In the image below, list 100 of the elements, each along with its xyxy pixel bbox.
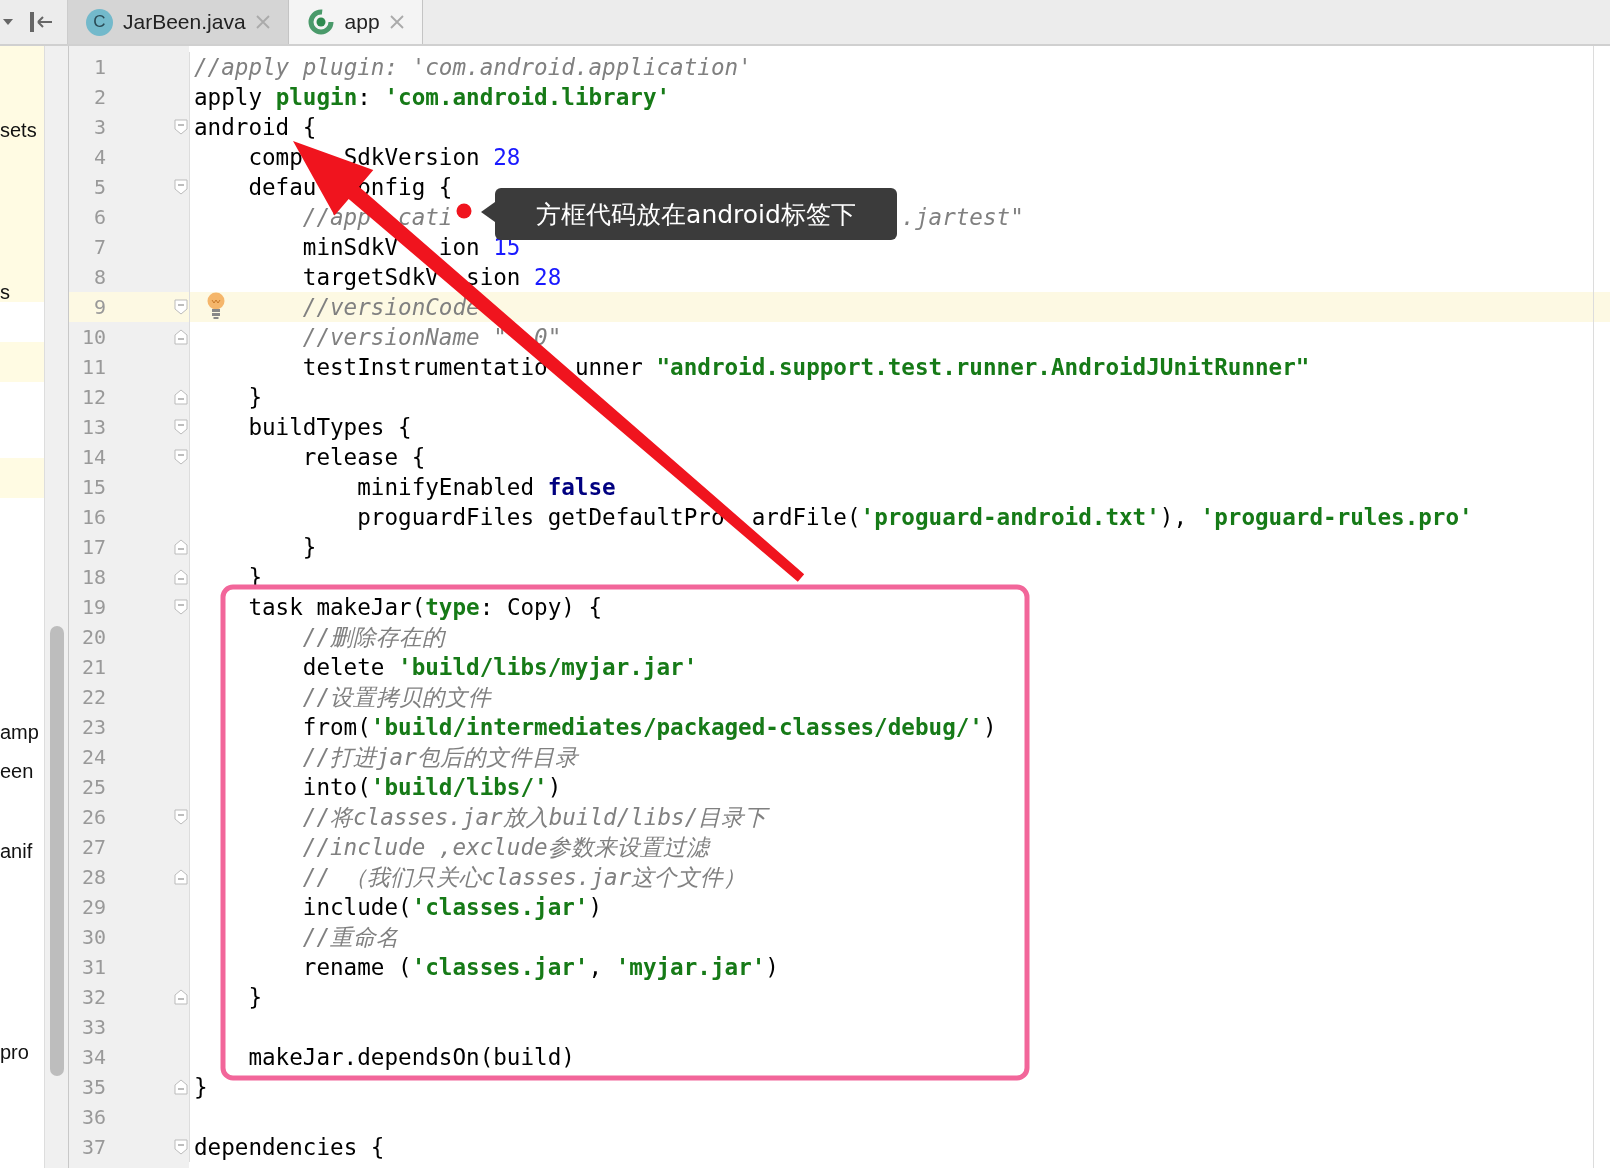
tree-item[interactable]: sets — [0, 115, 37, 145]
fold-icon[interactable] — [174, 539, 188, 555]
fold-icon[interactable] — [174, 329, 188, 345]
code-line: //将classes.jar放入build/libs/目录下 — [302, 803, 768, 832]
code-line: //设置拷贝的文件 — [302, 683, 492, 712]
line-number: 17 — [80, 535, 106, 559]
code-line: //app — [302, 203, 371, 232]
editor-tab[interactable]: app — [288, 0, 423, 44]
line-number: 26 — [80, 805, 106, 829]
code-line: } — [248, 983, 262, 1012]
fold-icon[interactable] — [174, 809, 188, 825]
line-number: 23 — [80, 715, 106, 739]
line-number: 28 — [80, 865, 106, 889]
line-number: 1 — [92, 55, 106, 79]
code-line: targetSdkV — [302, 263, 439, 292]
code-line: .jartest" — [901, 203, 1024, 232]
code-line: cati — [398, 203, 453, 232]
line-number: 31 — [80, 955, 106, 979]
fold-icon[interactable] — [174, 989, 188, 1005]
line-number: 37 — [80, 1135, 106, 1159]
code-line: from('build/intermediates/packaged-classes/debug/') — [302, 713, 997, 742]
fold-icon[interactable] — [174, 299, 188, 315]
line-number: 22 — [80, 685, 106, 709]
tree-item[interactable]: pro — [0, 1037, 29, 1067]
line-number: 11 — [80, 355, 106, 379]
code-line: ardFile('proguard-android.txt'), 'proguard-rules.pro' — [751, 503, 1473, 532]
line-number: 24 — [80, 745, 106, 769]
fold-icon[interactable] — [174, 119, 188, 135]
fold-icon[interactable] — [174, 569, 188, 585]
close-icon[interactable] — [389, 15, 404, 29]
code-line: release { — [302, 443, 426, 472]
line-number: 12 — [80, 385, 106, 409]
code-line: testInstrumentatio — [302, 353, 548, 382]
lightbulb-icon[interactable] — [206, 292, 226, 320]
line-number: 4 — [92, 145, 106, 169]
line-number: 29 — [80, 895, 106, 919]
marker-dot — [456, 203, 472, 219]
line-number: 34 — [80, 1045, 106, 1069]
line-number: 7 — [92, 235, 106, 259]
code-line: } — [194, 1073, 208, 1102]
line-number: 36 — [80, 1105, 106, 1129]
ring-icon — [306, 8, 335, 36]
code-line: //apply plugin: 'com.android.application' — [194, 53, 752, 82]
code-line: } — [302, 533, 317, 562]
code-line: android { — [194, 113, 317, 142]
code-line: proguardFiles getDefaultPro — [357, 503, 725, 532]
line-number: 27 — [80, 835, 106, 859]
line-number: 14 — [80, 445, 106, 469]
code-line: comp — [248, 143, 303, 172]
code-line: //删除存在的 — [302, 623, 446, 652]
line-number: 8 — [92, 265, 106, 289]
fold-icon[interactable] — [174, 449, 188, 465]
close-icon[interactable] — [255, 15, 270, 29]
code-line: minSdkV — [302, 233, 399, 262]
code-line: //打进jar包后的文件目录 — [302, 743, 578, 772]
code-line: sion 28 — [466, 263, 562, 292]
scrollbar-thumb[interactable] — [49, 626, 64, 1076]
code-line: //include ,exclude参数来设置过滤 — [302, 833, 709, 862]
code-line: buildTypes { — [248, 413, 412, 442]
code-line: unner "android.support.test.runner.AndroidJUnitRunner" — [574, 353, 1310, 382]
dropdown-icon[interactable] — [3, 19, 13, 25]
code-line: delete 'build/libs/myjar.jar' — [302, 653, 698, 682]
fold-icon[interactable] — [174, 1079, 188, 1095]
fold-icon[interactable] — [174, 599, 188, 615]
line-number: 32 — [80, 985, 106, 1009]
code-line: SdkVersion 28 — [343, 143, 521, 172]
line-number: 2 — [92, 85, 106, 109]
line-number: 16 — [80, 505, 106, 529]
fold-icon[interactable] — [174, 389, 188, 405]
tree-item[interactable]: een — [0, 756, 34, 786]
code-line: //versionCode — [302, 293, 480, 322]
line-number: 6 — [92, 205, 106, 229]
code-line: defau — [248, 173, 317, 202]
line-number: 35 — [80, 1075, 106, 1099]
tree-item[interactable]: amp — [0, 717, 39, 747]
line-number: 18 — [80, 565, 106, 589]
line-number: 20 — [80, 625, 106, 649]
editor-tab[interactable]: C JarBeen.java — [68, 0, 289, 44]
fold-icon[interactable] — [174, 179, 188, 195]
collapse-icon[interactable] — [29, 11, 53, 33]
line-number: 25 — [80, 775, 106, 799]
code-line: rename ('classes.jar', 'myjar.jar') — [302, 953, 779, 982]
fold-icon[interactable] — [174, 419, 188, 435]
code-line: makeJar.dependsOn(build) — [248, 1043, 575, 1072]
fold-icon[interactable] — [174, 869, 188, 885]
tree-item[interactable]: anif — [0, 836, 33, 866]
line-number: 33 — [80, 1015, 106, 1039]
code-line: apply plugin: 'com.android.library' — [194, 83, 671, 112]
line-number: 19 — [80, 595, 106, 619]
line-number: 3 — [92, 115, 106, 139]
fold-icon[interactable] — [174, 1139, 188, 1155]
tree-item[interactable]: s — [0, 277, 10, 307]
line-number: 9 — [92, 295, 106, 319]
code-line: minifyEnabled false — [357, 473, 616, 502]
code-line: into('build/libs/') — [302, 773, 562, 802]
code-line: task makeJar(type: Copy) { — [248, 593, 603, 622]
line-number: 13 — [80, 415, 106, 439]
class-icon: C — [86, 8, 113, 36]
code-line: // （我们只关心classes.jar这个文件） — [302, 863, 747, 892]
code-line: include('classes.jar') — [302, 893, 603, 922]
